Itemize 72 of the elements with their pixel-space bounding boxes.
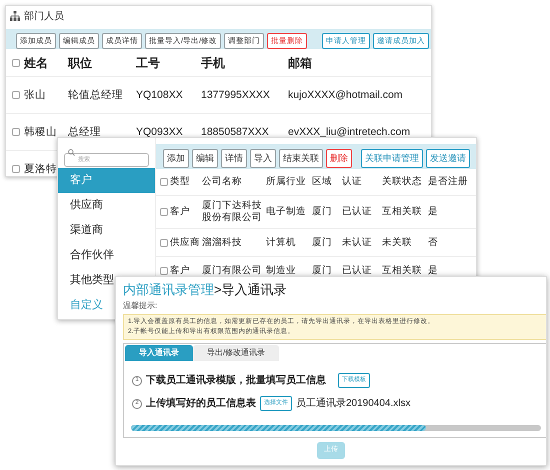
table-cell-text: 计算机 xyxy=(265,236,297,248)
toolbar-button[interactable]: 详情 xyxy=(221,148,247,168)
table-cell-text: 韩稷山 xyxy=(24,125,58,139)
column-header: 区域 xyxy=(311,174,333,189)
column-header: 公司名称 xyxy=(201,174,243,189)
table-cell-text: 已认证 xyxy=(341,206,373,218)
column-header: 所属行业 xyxy=(265,174,307,189)
column-header: 邮箱 xyxy=(288,54,313,72)
checkbox[interactable] xyxy=(160,178,168,186)
checkbox[interactable] xyxy=(12,165,20,173)
table-cell-text: 总经理 xyxy=(68,125,102,139)
table-cell-text: 夏洛特 xyxy=(24,162,58,176)
table-cell-text: 否 xyxy=(427,236,439,248)
toolbar-button[interactable]: 关联申请管理 xyxy=(361,148,423,168)
category-item[interactable]: 渠道商 xyxy=(58,218,155,243)
column-header: 姓名 xyxy=(24,54,49,72)
column-header: 认证 xyxy=(341,174,363,189)
table-cell-text: 1377995XXXX xyxy=(201,88,271,102)
table-cell-text: 制造业 xyxy=(265,264,297,276)
table-cell-text: 未认证 xyxy=(341,236,373,248)
table-cell-text: 是 xyxy=(427,206,439,218)
search-icon xyxy=(68,148,75,156)
table-cell-text: YQ108XX xyxy=(136,88,184,102)
column-header: 手机 xyxy=(201,54,226,72)
table-cell-text: 未关联 xyxy=(381,236,413,248)
checkbox[interactable] xyxy=(12,128,20,136)
column-header: 是否注册 xyxy=(427,174,468,189)
toolbar-button[interactable]: 发送邀请 xyxy=(426,148,470,168)
table-cell-text: 厦门 xyxy=(311,206,333,218)
table-cell-text: evXXX_liu@intretech.com xyxy=(288,125,412,139)
column-header: 工号 xyxy=(136,54,161,72)
category-item[interactable]: 供应商 xyxy=(58,193,155,218)
table-cell-text: 客户 xyxy=(169,206,191,218)
table-cell-text: 厦门有限公司 xyxy=(201,264,263,276)
tab[interactable]: 导出/修改通讯录 xyxy=(193,345,280,361)
table-cell-text: 厦门下达科技股份有限公司 xyxy=(201,200,263,224)
checkbox[interactable] xyxy=(160,208,168,216)
window-title: 部门人员 xyxy=(24,10,64,24)
toolbar-button[interactable]: 结束关联 xyxy=(279,148,323,168)
table-cell-text: 厦门 xyxy=(311,236,333,248)
table-cell-text: 已认证 xyxy=(341,264,373,276)
toolbar-button[interactable]: 删除 xyxy=(326,148,352,168)
table-cell-text: kujoXXXX@hotmail.com xyxy=(288,88,404,102)
checkbox[interactable] xyxy=(160,238,168,246)
column-header: 类型 xyxy=(169,174,191,189)
notice-title: 温馨提示: xyxy=(123,300,158,312)
table-cell-text: 是 xyxy=(427,264,439,276)
table-cell-text: 电子制造 xyxy=(265,206,307,218)
checkbox[interactable] xyxy=(12,91,20,99)
table-cell-text: 客户 xyxy=(169,264,191,276)
table-cell-text: YQ093XX xyxy=(136,125,184,139)
table-cell-text: 18850587XXX xyxy=(201,125,270,139)
file-name: 员工通讯录20190404.xlsx xyxy=(296,396,410,411)
table-cell-text: 供应商 xyxy=(169,236,200,248)
toolbar-button[interactable]: 导入 xyxy=(250,148,276,168)
table-cell-text: 厦门 xyxy=(311,264,333,276)
toolbar-button[interactable]: 编辑 xyxy=(192,148,218,168)
column-header: 关联状态 xyxy=(381,174,423,189)
column-header: 职位 xyxy=(68,54,93,72)
toolbar-button[interactable]: 添加 xyxy=(163,148,189,168)
checkbox[interactable] xyxy=(12,58,20,66)
table-cell-text: 互相关联 xyxy=(381,264,423,276)
org-chart-icon xyxy=(10,11,20,21)
checkbox[interactable] xyxy=(160,266,168,274)
table-cell-text: 溜溜科技 xyxy=(201,236,243,248)
step-text: 下载员工通讯录模版，批量填写员工信息 xyxy=(146,374,326,388)
table-cell-text: 张山 xyxy=(24,88,47,102)
table-cell-text: 互相关联 xyxy=(381,206,423,218)
table-cell-text: 轮值总经理 xyxy=(68,88,124,102)
breadcrumb-current: >导入通讯录 xyxy=(214,281,287,299)
category-item[interactable]: 合作伙伴 xyxy=(58,243,155,268)
step-text: 上传填写好的员工信息表 xyxy=(146,396,256,411)
